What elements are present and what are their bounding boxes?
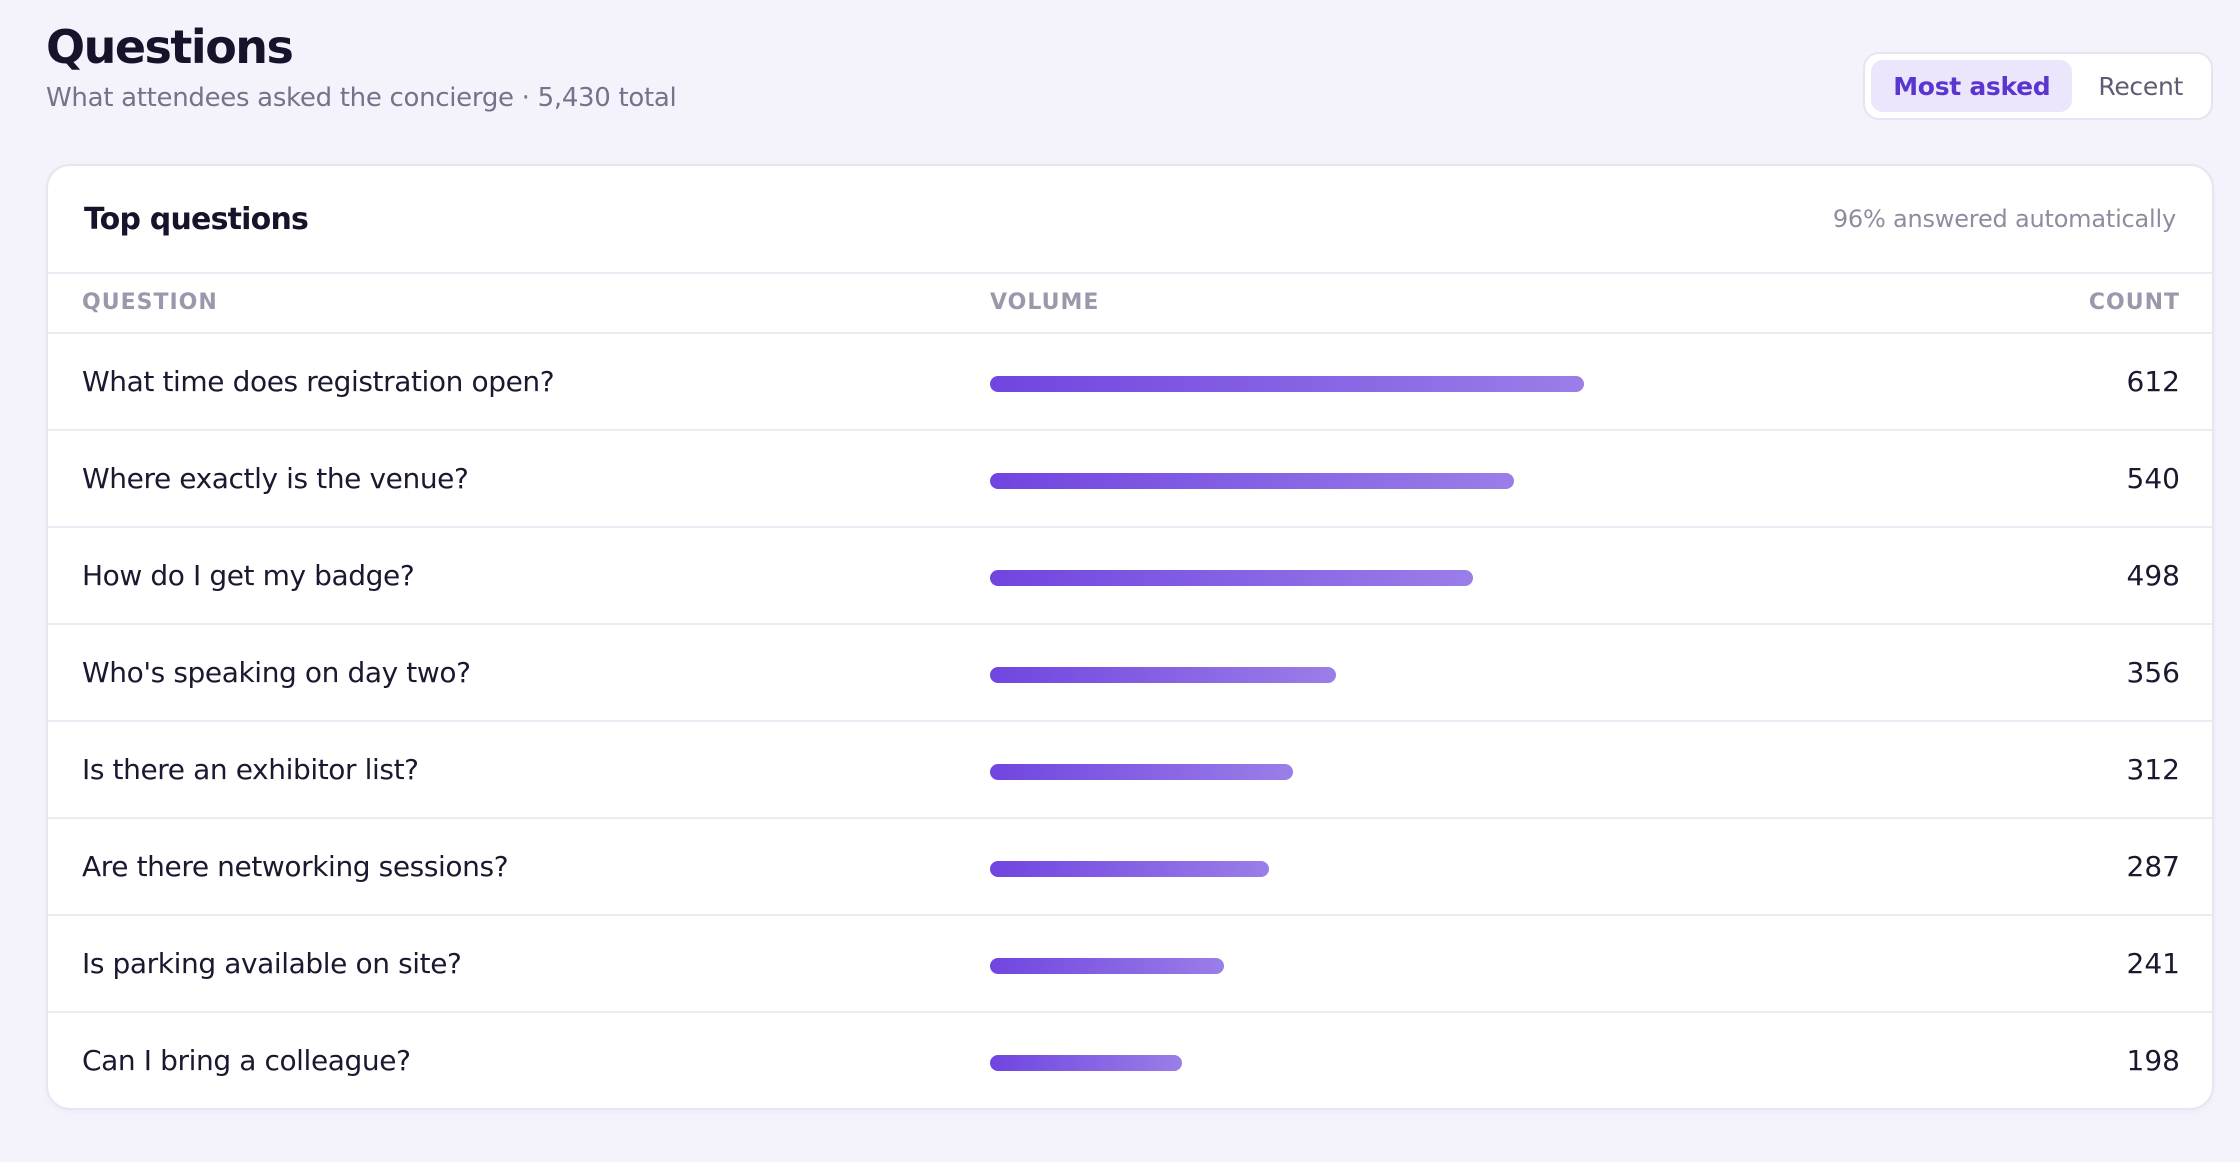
volume-track xyxy=(990,473,1990,489)
recent-tab[interactable]: Recent xyxy=(2076,60,2205,112)
question-text: Where exactly is the venue? xyxy=(82,462,469,495)
volume-bar xyxy=(990,570,1473,586)
volume-track xyxy=(990,764,1990,780)
question-count: 612 xyxy=(2126,365,2180,398)
volume-bar xyxy=(990,1055,1182,1071)
volume-bar xyxy=(990,764,1293,780)
volume-track xyxy=(990,958,1990,974)
table-row[interactable]: Is there an exhibitor list? 312 xyxy=(48,722,2212,819)
volume-bar xyxy=(990,958,1224,974)
column-header-question: QUESTION xyxy=(82,290,218,315)
volume-track xyxy=(990,667,1990,683)
question-text: What time does registration open? xyxy=(82,365,555,398)
question-count: 241 xyxy=(2126,947,2180,980)
volume-track xyxy=(990,376,1990,392)
page-header: Questions What attendees asked the conci… xyxy=(46,18,677,118)
question-count: 312 xyxy=(2126,753,2180,786)
table-row[interactable]: What time does registration open? 612 xyxy=(48,334,2212,431)
question-list: What time does registration open? 612 Wh… xyxy=(48,334,2212,1108)
volume-bar xyxy=(990,376,1584,392)
table-row[interactable]: Who's speaking on day two? 356 xyxy=(48,625,2212,722)
view-toggle: Most asked Recent xyxy=(1863,52,2213,120)
question-count: 498 xyxy=(2126,559,2180,592)
card-title: Top questions xyxy=(84,201,309,237)
question-text: How do I get my badge? xyxy=(82,559,415,592)
volume-bar xyxy=(990,667,1336,683)
question-count: 287 xyxy=(2126,850,2180,883)
auto-answer-rate: 96% answered automatically xyxy=(1832,205,2176,233)
volume-track xyxy=(990,1055,1990,1071)
card-header: Top questions 96% answered automatically xyxy=(48,166,2212,274)
question-text: Who's speaking on day two? xyxy=(82,656,471,689)
volume-track xyxy=(990,570,1990,586)
table-row[interactable]: Is parking available on site? 241 xyxy=(48,916,2212,1013)
table-row[interactable]: Are there networking sessions? 287 xyxy=(48,819,2212,916)
question-text: Can I bring a colleague? xyxy=(82,1044,411,1077)
volume-track xyxy=(990,861,1990,877)
volume-bar xyxy=(990,473,1514,489)
column-header-count: COUNT xyxy=(2088,290,2180,315)
table-header: QUESTION VOLUME COUNT xyxy=(48,274,2212,334)
volume-bar xyxy=(990,861,1269,877)
page-title: Questions xyxy=(46,20,294,74)
most-asked-tab[interactable]: Most asked xyxy=(1871,60,2073,112)
question-text: Are there networking sessions? xyxy=(82,850,509,883)
top-questions-card: Top questions 96% answered automatically… xyxy=(46,164,2214,1110)
question-count: 540 xyxy=(2126,462,2180,495)
table-row[interactable]: How do I get my badge? 498 xyxy=(48,528,2212,625)
question-count: 356 xyxy=(2126,656,2180,689)
table-row[interactable]: Can I bring a colleague? 198 xyxy=(48,1013,2212,1108)
table-row[interactable]: Where exactly is the venue? 540 xyxy=(48,431,2212,528)
column-header-volume: VOLUME xyxy=(990,290,1100,315)
question-text: Is there an exhibitor list? xyxy=(82,753,419,786)
question-count: 198 xyxy=(2126,1044,2180,1077)
question-text: Is parking available on site? xyxy=(82,947,462,980)
page-subtitle: What attendees asked the concierge · 5,4… xyxy=(46,83,677,113)
